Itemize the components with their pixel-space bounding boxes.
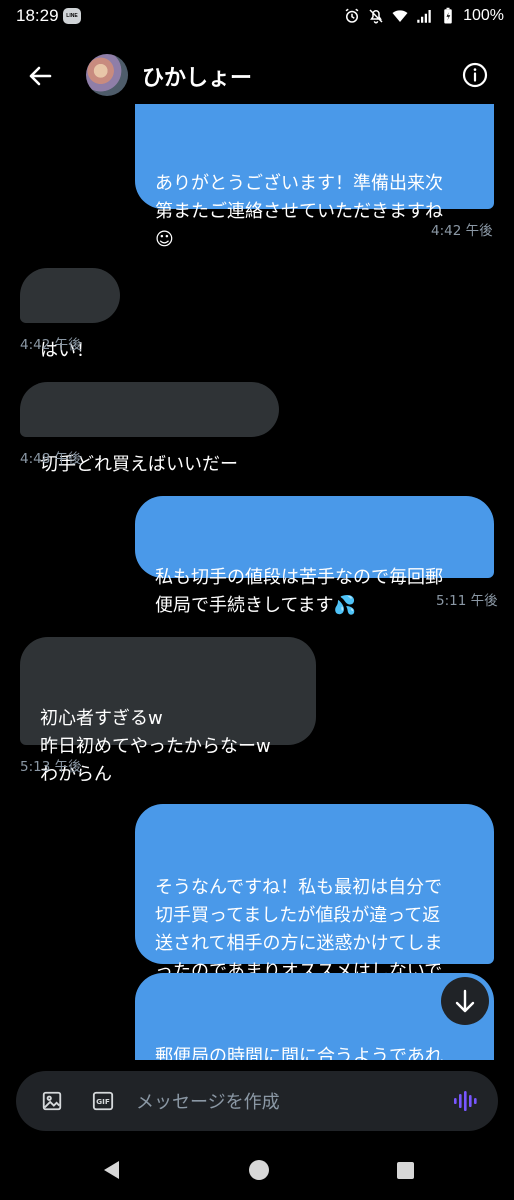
battery-percent: 100% [463,7,504,24]
gif-label: GIF [96,1097,110,1106]
nav-home-icon[interactable] [249,1160,269,1180]
message-timestamp: 4:42 午後 [20,337,82,353]
message-bubble-outgoing[interactable]: そうなんですね！私も最初は自分で 切手買ってましたが値段が違って返 送されて相手… [135,804,494,1010]
message-text: 私も切手の値段は苦手なので毎回郵 便局で手続きしてます💦 [155,567,443,616]
back-arrow-icon[interactable] [22,58,58,94]
message-text: ありがとうございます！準備出来次 第またご連絡させていただきますね ☺ [155,173,443,250]
status-icons: 100% [343,5,504,27]
scroll-to-bottom-button[interactable] [441,977,489,1025]
gif-icon[interactable]: GIF [92,1090,114,1112]
message-bubble-incoming[interactable]: 切手どれ買えばいいだー [20,382,279,475]
message-bubble-outgoing[interactable]: ありがとうございます！準備出来次 第またご連絡させていただきますね ☺ [135,104,494,250]
contact-name[interactable]: ひかしょー [142,60,252,92]
system-navigation-bar [0,1140,514,1200]
battery-icon [444,7,452,24]
wifi-icon [392,10,408,22]
nav-recents-icon[interactable] [397,1162,414,1179]
message-timestamp: 4:42 午後 [431,223,493,239]
message-timestamp: 4:48 午後 [20,451,82,467]
nav-back-icon[interactable] [101,1159,121,1181]
message-bubble-incoming[interactable]: はい！ [20,268,120,361]
message-bubble-outgoing[interactable]: 私も切手の値段は苦手なので毎回郵 便局で手続きしてます💦 [135,496,494,616]
mute-icon [369,9,383,24]
info-icon[interactable] [462,62,488,88]
message-bubble-incoming[interactable]: 初心者すぎるw 昨日初めてやったからなーw わからん [20,637,316,785]
message-timestamp: 5:11 午後 [436,593,498,609]
voice-message-icon[interactable] [452,1088,478,1114]
avatar[interactable] [86,54,128,96]
message-timestamp: 5:13 午後 [20,759,82,775]
image-icon[interactable] [41,1090,63,1112]
message-text: 郵便局の時間に間に合うようであれ ば窓口の人に出すだけなので楽です よ👍 [155,1046,443,1060]
alarm-icon [345,8,359,23]
message-input[interactable] [134,1085,438,1119]
signal-icon [417,10,431,23]
message-text: 初心者すぎるw 昨日初めてやったからなーw わからん [40,708,271,785]
status-bar: 18:29 LINE 100% [0,0,514,34]
status-time: 18:29 [16,6,59,25]
message-composer: GIF [16,1071,498,1131]
conversation-header: ひかしょー [0,40,514,112]
arrow-down-icon [455,989,475,1013]
line-notification-icon: LINE [63,8,81,24]
